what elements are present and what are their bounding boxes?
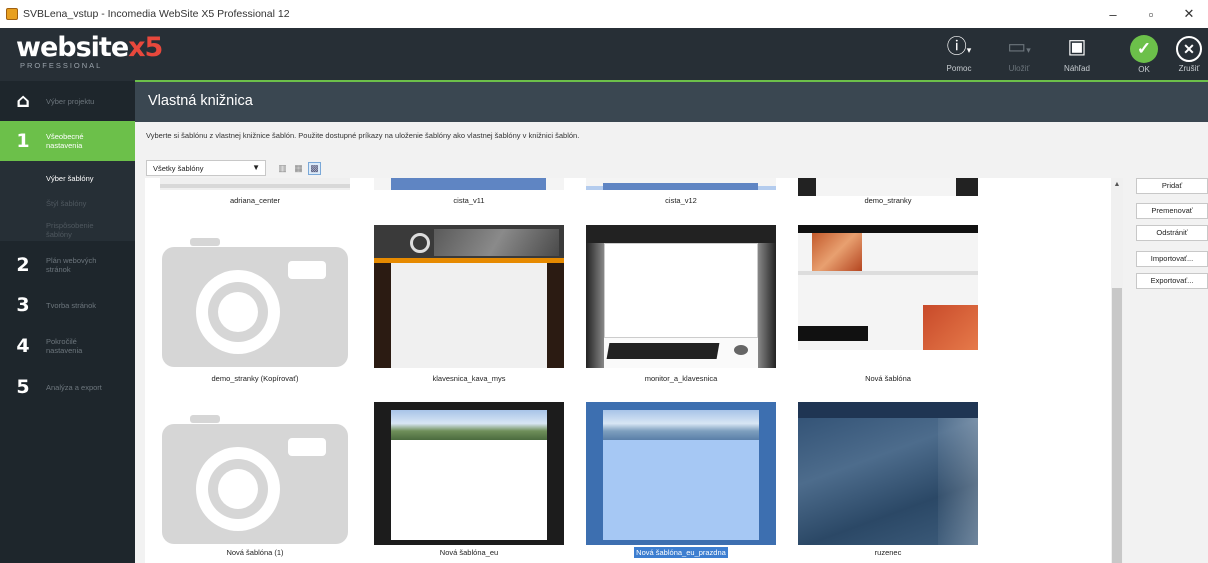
template-thumbnail[interactable] <box>586 225 776 368</box>
grid-small-icon: ▩ <box>310 163 319 173</box>
template-thumbnail[interactable] <box>160 178 350 190</box>
sidebar-item-label: Výber projektu <box>46 96 95 106</box>
step-number: 5 <box>16 376 30 398</box>
main-toolbar: websitex5 PROFESSIONAL ⓘ▾ Pomoc ▭▾ Uloži… <box>0 28 1208 81</box>
ok-label: OK <box>1138 65 1150 74</box>
template-thumbnail[interactable] <box>798 225 978 350</box>
minimize-button[interactable]: – <box>1094 0 1132 28</box>
grid-medium-icon: ▦ <box>294 163 303 173</box>
sidebar-item-label: Plán webových stránok <box>46 256 97 274</box>
save-icon: ▭▾ <box>1007 36 1031 58</box>
template-thumbnail[interactable] <box>374 178 564 190</box>
sidebar-submenu: Výber šablóny Štýl šablóny Prispôsobenie… <box>0 161 135 241</box>
sidebar-item-label: Analýza a export <box>46 382 102 392</box>
template-name[interactable]: klavesnica_kava_mys <box>374 374 564 383</box>
cancel-button[interactable]: ✕ Zrušiť <box>1172 28 1206 81</box>
template-filter-select[interactable]: Všetky šablóny ▼ <box>146 160 266 176</box>
window-controls: – ▫ ✕ <box>1094 0 1208 28</box>
scrollbar-thumb[interactable] <box>1112 288 1122 563</box>
sidebar-item-label: Všeobecné nastavenia <box>46 132 84 150</box>
rename-template-button[interactable]: Premenovať <box>1136 203 1208 219</box>
remove-template-button[interactable]: Odstrániť <box>1136 225 1208 241</box>
scroll-up-arrow-icon[interactable]: ▲ <box>1111 178 1123 190</box>
template-name[interactable]: Nová šablóna (1) <box>160 548 350 557</box>
app-icon <box>6 8 18 20</box>
sidebar-item-label: Pokročilé nastavenia <box>46 337 83 355</box>
instructions-text: Vyberte si šablónu z vlastnej knižnice š… <box>146 131 580 140</box>
cancel-label: Zrušiť <box>1178 64 1200 73</box>
logo-accent: x5 <box>128 32 163 63</box>
sidebar: ⌂ Výber projektu 1 Všeobecné nastavenia V… <box>0 81 135 563</box>
template-name[interactable]: demo_stranky <box>793 196 983 205</box>
template-thumbnail[interactable] <box>798 178 978 196</box>
maximize-button[interactable]: ▫ <box>1132 0 1170 28</box>
template-gallery: adriana_center cista_v11 cista_v12 demo_… <box>145 178 1111 563</box>
view-large-icons-button[interactable]: ▥ <box>276 162 289 175</box>
camera-placeholder-icon <box>162 415 348 544</box>
template-name[interactable]: monitor_a_klavesnica <box>586 374 776 383</box>
sidebar-subitem-template-style[interactable]: Štýl šablóny <box>46 199 86 208</box>
sidebar-item-label: Tvorba stránok <box>46 300 97 310</box>
template-name[interactable]: ruzenec <box>793 548 983 557</box>
app-logo: websitex5 PROFESSIONAL <box>16 32 163 70</box>
sidebar-item-step-4[interactable]: 4 Pokročilé nastavenia <box>0 326 135 366</box>
template-thumbnail[interactable] <box>160 402 350 545</box>
sidebar-item-step-3[interactable]: 3 Tvorba stránok <box>0 285 135 325</box>
camera-placeholder-icon <box>162 238 348 367</box>
import-template-button[interactable]: Importovať... <box>1136 251 1208 267</box>
sidebar-item-step-1[interactable]: 1 Všeobecné nastavenia <box>0 121 135 161</box>
template-name[interactable]: demo_stranky (Kopírovať) <box>160 374 350 383</box>
view-medium-icons-button[interactable]: ▦ <box>292 162 305 175</box>
preview-icon: ▣ <box>1067 36 1087 58</box>
page-header: Vlastná knižnica <box>135 82 1208 122</box>
window-titlebar: SVBLena_vstup - Incomedia WebSite X5 Pro… <box>0 0 1208 28</box>
step-number: 2 <box>16 254 30 276</box>
template-name[interactable]: Nová šablóna_eu <box>374 548 564 557</box>
template-thumbnail[interactable] <box>586 402 776 545</box>
logo-text: website <box>16 32 129 63</box>
template-name[interactable]: cista_v11 <box>374 196 564 205</box>
sidebar-item-step-2[interactable]: 2 Plán webových stránok <box>0 245 135 285</box>
home-icon: ⌂ <box>16 90 30 112</box>
template-name[interactable]: cista_v12 <box>586 196 776 205</box>
sidebar-item-step-5[interactable]: 5 Analýza a export <box>0 367 135 407</box>
step-number: 4 <box>16 335 30 357</box>
check-icon: ✓ <box>1130 35 1158 63</box>
page-title: Vlastná knižnica <box>148 93 253 109</box>
template-name[interactable]: adriana_center <box>160 196 350 205</box>
save-button[interactable]: ▭▾ Uložiť <box>1002 28 1036 81</box>
sidebar-subitem-template-customization[interactable]: Prispôsobenie šablóny <box>46 221 94 239</box>
save-label: Uložiť <box>1008 64 1030 73</box>
template-thumbnail[interactable] <box>374 402 564 545</box>
sidebar-subitem-template-selection[interactable]: Výber šablóny <box>46 174 94 183</box>
help-icon: ⓘ▾ <box>946 36 972 58</box>
step-number: 3 <box>16 294 30 316</box>
view-small-icons-button[interactable]: ▩ <box>308 162 321 175</box>
help-button[interactable]: ⓘ▾ Pomoc <box>942 28 976 81</box>
window-title: SVBLena_vstup - Incomedia WebSite X5 Pro… <box>23 8 290 20</box>
preview-label: Náhľad <box>1064 64 1090 73</box>
gallery-scrollbar[interactable]: ▲ <box>1111 178 1123 563</box>
close-icon: ✕ <box>1176 36 1202 62</box>
template-thumbnail[interactable] <box>374 225 564 368</box>
export-template-button[interactable]: Exportovať... <box>1136 273 1208 289</box>
add-template-button[interactable]: Pridať <box>1136 178 1208 194</box>
help-label: Pomoc <box>946 64 972 73</box>
filter-value: Všetky šablóny <box>153 164 204 173</box>
template-thumbnail[interactable] <box>160 225 350 368</box>
step-number: 1 <box>16 130 30 152</box>
template-thumbnail[interactable] <box>798 402 978 545</box>
ok-button[interactable]: ✓ OK <box>1127 28 1161 81</box>
grid-large-icon: ▥ <box>278 163 287 173</box>
chevron-down-icon: ▼ <box>252 163 260 172</box>
preview-button[interactable]: ▣ Náhľad <box>1060 28 1094 81</box>
close-window-button[interactable]: ✕ <box>1170 0 1208 28</box>
template-thumbnail[interactable] <box>586 178 776 190</box>
template-name[interactable]: Nová šablóna <box>793 374 983 383</box>
sidebar-item-home[interactable]: ⌂ Výber projektu <box>0 81 135 121</box>
template-name-selected[interactable]: Nová šablóna_eu_prazdna <box>586 547 776 558</box>
